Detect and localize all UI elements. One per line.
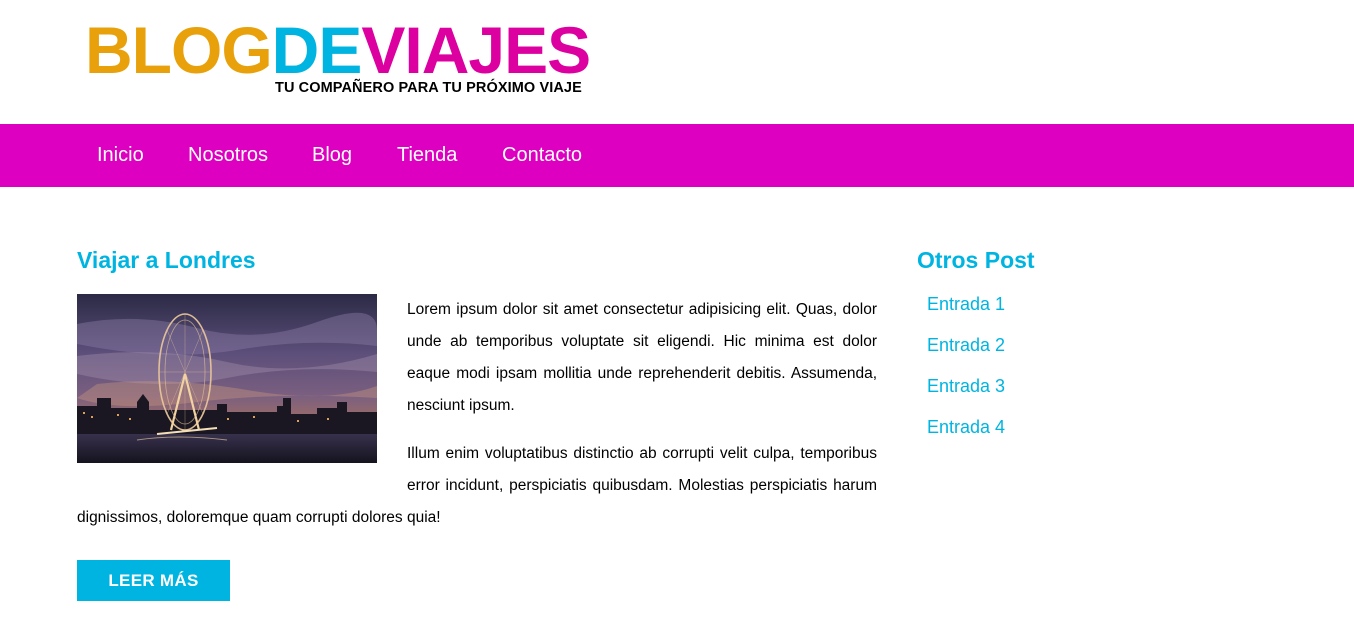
logo-word-blog: BLOG [85,13,273,87]
logo-wordmark: BLOGDEVIAJES [85,13,591,87]
blog-post: Viajar a Londres Lorem ipsum dolor sit a… [77,245,877,601]
nav-item-contacto[interactable]: Contacto [502,144,582,167]
nav-item-inicio[interactable]: Inicio [97,144,144,167]
nav-item-blog[interactable]: Blog [312,144,352,167]
sidebar-list-item: Entrada 4 [927,418,1217,459]
sidebar-list-item: Entrada 1 [927,295,1217,336]
sidebar-link-entrada-3[interactable]: Entrada 3 [927,376,1005,396]
site-logo[interactable]: BLOGDEVIAJES TU COMPAÑERO PARA TU PRÓXIM… [85,13,591,96]
nav-item-tienda[interactable]: Tienda [397,144,457,167]
post-title: Viajar a Londres [77,247,256,273]
site-header: BLOGDEVIAJES TU COMPAÑERO PARA TU PRÓXIM… [0,0,1354,124]
sidebar-list-item: Entrada 3 [927,377,1217,418]
post-image [77,294,377,463]
post-body: Lorem ipsum dolor sit amet consectetur a… [77,294,877,534]
sidebar-list-item: Entrada 2 [927,336,1217,377]
sidebar-link-entrada-2[interactable]: Entrada 2 [927,335,1005,355]
read-more-button[interactable]: LEER MÁS [77,560,230,601]
sidebar-link-entrada-1[interactable]: Entrada 1 [927,294,1005,314]
logo-tagline: TU COMPAÑERO PARA TU PRÓXIMO VIAJE [275,80,582,96]
nav-item-nosotros[interactable]: Nosotros [188,144,268,167]
main-content: Viajar a Londres Lorem ipsum dolor sit a… [77,245,877,601]
sidebar-link-entrada-4[interactable]: Entrada 4 [927,417,1005,437]
sidebar-title: Otros Post [917,247,1035,273]
sidebar-post-list: Entrada 1 Entrada 2 Entrada 3 Entrada 4 [927,295,1217,459]
logo-word-viajes: VIAJES [361,13,591,87]
sidebar: Otros Post Entrada 1 Entrada 2 Entrada 3… [917,245,1217,459]
logo-word-de: DE [271,13,363,87]
main-navigation: Inicio Nosotros Blog Tienda Contacto [0,124,1354,187]
